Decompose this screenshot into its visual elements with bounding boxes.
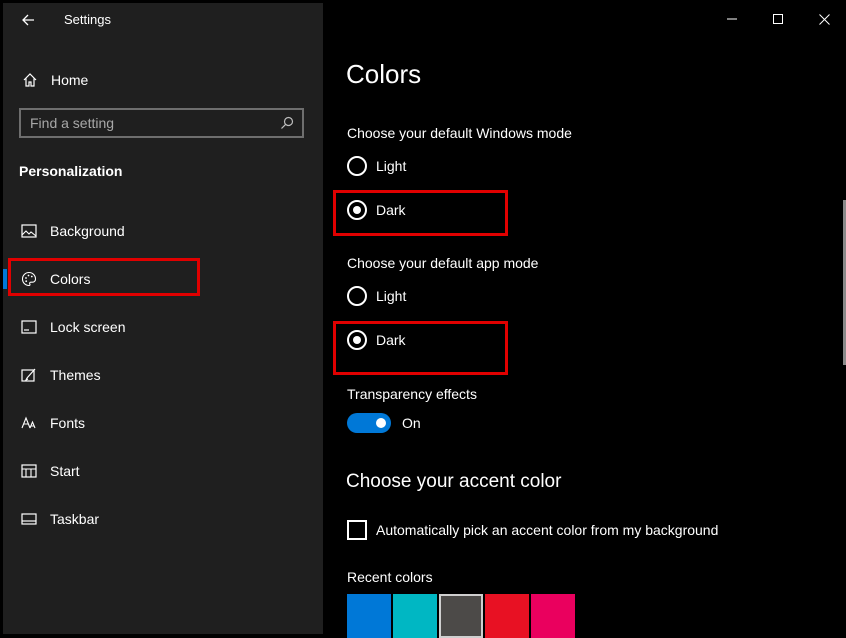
maximize-icon: [773, 14, 783, 24]
home-label: Home: [51, 72, 89, 88]
minimize-button[interactable]: [709, 3, 755, 35]
picture-icon: [19, 221, 39, 241]
search-box[interactable]: [19, 108, 304, 138]
home-link[interactable]: Home: [19, 67, 299, 93]
sidebar-item-themes[interactable]: Themes: [3, 351, 323, 399]
checkbox-label: Automatically pick an accent color from …: [376, 522, 719, 538]
minimize-icon: [727, 18, 737, 20]
sidebar-item-background[interactable]: Background: [3, 207, 323, 255]
color-swatch[interactable]: [485, 594, 529, 638]
lock-screen-icon: [19, 317, 39, 337]
app-mode-label: Choose your default app mode: [347, 255, 539, 271]
radio-label: Light: [376, 288, 407, 304]
close-button[interactable]: [801, 3, 846, 35]
recent-colors-swatches: [347, 594, 575, 638]
accent-heading: Choose your accent color: [346, 471, 562, 492]
app-title: Settings: [64, 12, 111, 27]
radio-label: Light: [376, 158, 407, 174]
title-bar-right: [323, 3, 846, 35]
start-icon: [19, 461, 39, 481]
app-mode-light-radio[interactable]: Light: [347, 284, 406, 308]
color-swatch[interactable]: [347, 594, 391, 638]
highlight-box: [333, 321, 508, 375]
themes-icon: [19, 365, 39, 385]
page-title: Colors: [346, 59, 422, 89]
windows-mode-light-radio[interactable]: Light: [347, 154, 406, 178]
checkbox-box: [347, 520, 367, 540]
windows-mode-label: Choose your default Windows mode: [347, 125, 572, 141]
search-icon[interactable]: [275, 111, 299, 135]
transparency-label: Transparency effects: [347, 386, 477, 402]
highlight-box: [8, 258, 200, 296]
transparency-state: On: [402, 415, 421, 431]
settings-window: Settings Home Personalization: [0, 0, 846, 638]
maximize-button[interactable]: [755, 3, 801, 35]
main-pane: Colors Choose your default Windows mode …: [323, 35, 846, 638]
sidebar: Settings Home Personalization: [3, 3, 323, 634]
color-swatch[interactable]: [393, 594, 437, 638]
search-input[interactable]: [21, 114, 275, 132]
fonts-icon: [19, 413, 39, 433]
sidebar-item-label: Lock screen: [50, 319, 126, 335]
color-swatch[interactable]: [531, 594, 575, 638]
radio-circle: [347, 286, 367, 306]
sidebar-item-label: Themes: [50, 367, 101, 383]
sidebar-item-fonts[interactable]: Fonts: [3, 399, 323, 447]
highlight-box: [333, 190, 508, 236]
sidebar-item-label: Taskbar: [50, 511, 100, 527]
toggle-knob: [376, 418, 386, 428]
color-swatch[interactable]: [439, 594, 483, 638]
sidebar-item-taskbar[interactable]: Taskbar: [3, 495, 323, 543]
close-icon: [818, 13, 830, 25]
back-button[interactable]: [17, 9, 39, 31]
selection-indicator: [3, 269, 7, 289]
radio-circle: [347, 156, 367, 176]
sidebar-item-label: Fonts: [50, 415, 86, 431]
auto-accent-checkbox[interactable]: Automatically pick an accent color from …: [347, 519, 718, 541]
section-label: Personalization: [19, 163, 123, 179]
sidebar-item-label: Start: [50, 463, 80, 479]
sidebar-item-start[interactable]: Start: [3, 447, 323, 495]
recent-colors-label: Recent colors: [347, 569, 433, 585]
sidebar-item-lock-screen[interactable]: Lock screen: [3, 303, 323, 351]
sidebar-item-label: Background: [50, 223, 125, 239]
title-bar-left: Settings: [3, 3, 323, 37]
transparency-toggle[interactable]: [347, 413, 391, 433]
back-arrow-icon: [22, 14, 34, 26]
taskbar-icon: [19, 509, 39, 529]
home-icon: [19, 69, 41, 91]
